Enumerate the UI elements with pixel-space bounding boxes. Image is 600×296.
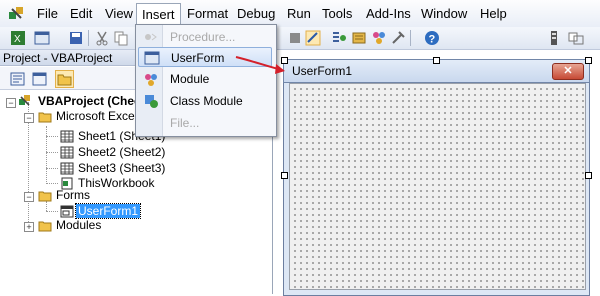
worksheet-icon bbox=[60, 130, 74, 143]
standard-toolbar: X ? bbox=[0, 27, 600, 50]
reset-icon[interactable] bbox=[287, 30, 303, 46]
tree-item-sheet2[interactable]: Sheet2 (Sheet2) bbox=[78, 145, 165, 160]
open-folder-icon bbox=[38, 112, 52, 123]
properties-window-icon[interactable] bbox=[351, 30, 367, 46]
menu-item-file[interactable]: File... bbox=[138, 113, 272, 133]
tree-guide-line bbox=[46, 211, 58, 212]
vba-project-icon bbox=[19, 95, 30, 106]
menu-item-class-module[interactable]: Class Module bbox=[138, 91, 272, 111]
resize-handle[interactable] bbox=[585, 172, 592, 179]
userform-title: UserForm1 bbox=[292, 64, 353, 78]
menu-item-label: Procedure... bbox=[170, 30, 236, 44]
insert-dropdown-menu: Procedure... UserForm Module Class Modul… bbox=[135, 24, 277, 137]
menu-view[interactable]: View bbox=[103, 6, 135, 21]
tree-item-userform1[interactable]: UserForm1 bbox=[74, 203, 142, 219]
tree-item-sheet3[interactable]: Sheet3 (Sheet3) bbox=[78, 161, 165, 176]
cut-icon[interactable] bbox=[94, 30, 110, 46]
menu-run[interactable]: Run bbox=[285, 6, 313, 21]
menu-add-ins[interactable]: Add-Ins bbox=[364, 6, 413, 21]
collapse-forms-toggle[interactable]: − bbox=[24, 192, 34, 202]
tree-item-label: VBAProject (Chec bbox=[38, 94, 141, 108]
tree-item-label: Modules bbox=[56, 218, 102, 232]
view-object-icon[interactable] bbox=[30, 70, 49, 88]
tree-guide-line bbox=[46, 152, 58, 153]
folder-icon bbox=[38, 221, 52, 232]
status-indicator-icon bbox=[551, 31, 557, 45]
collapse-root-toggle[interactable]: − bbox=[6, 98, 16, 108]
save-icon[interactable] bbox=[68, 30, 84, 46]
copy-icon[interactable] bbox=[113, 30, 129, 46]
menu-item-procedure[interactable]: Procedure... bbox=[138, 27, 272, 47]
design-mode-icon[interactable] bbox=[305, 30, 321, 46]
class-module-icon bbox=[145, 95, 158, 108]
tree-item-vbaproject[interactable]: VBAProject (Chec bbox=[38, 94, 141, 109]
menu-format[interactable]: Format bbox=[185, 6, 230, 21]
tree-item-modules[interactable]: Modules bbox=[56, 218, 101, 233]
project-explorer-icon[interactable] bbox=[331, 30, 347, 46]
toggle-folders-icon[interactable] bbox=[55, 70, 74, 88]
vbe-app-icon[interactable] bbox=[8, 5, 25, 22]
resize-handle[interactable] bbox=[281, 172, 288, 179]
menu-item-label: Module bbox=[170, 72, 210, 86]
worksheet-icon bbox=[60, 146, 74, 159]
tree-item-label: Forms bbox=[56, 188, 90, 202]
menu-edit[interactable]: Edit bbox=[68, 6, 94, 21]
procedure-icon bbox=[145, 33, 157, 41]
menu-bar: File Edit View Insert Format Debug Run T… bbox=[0, 0, 600, 28]
tree-guide-line bbox=[46, 126, 47, 182]
resize-handle[interactable] bbox=[433, 57, 440, 64]
menu-file[interactable]: File bbox=[35, 6, 60, 21]
menu-debug[interactable]: Debug bbox=[235, 6, 277, 21]
tree-item-label: Sheet2 (Sheet2) bbox=[78, 145, 166, 159]
collapse-excel-objects-toggle[interactable]: − bbox=[24, 113, 34, 123]
close-icon[interactable]: ✕ bbox=[552, 63, 584, 80]
toolbar-separator bbox=[410, 30, 411, 46]
menu-item-label: UserForm bbox=[171, 51, 225, 65]
view-code-icon[interactable] bbox=[8, 70, 27, 88]
userform-canvas[interactable] bbox=[289, 83, 586, 290]
tree-guide-line bbox=[46, 201, 47, 211]
tree-guide-line bbox=[46, 168, 58, 169]
menu-item-module[interactable]: Module bbox=[138, 69, 272, 89]
svg-text:X: X bbox=[14, 34, 21, 45]
position-indicator-icon bbox=[568, 32, 584, 45]
userform-icon bbox=[60, 205, 74, 218]
expand-modules-toggle[interactable]: + bbox=[24, 222, 34, 232]
menu-item-userform[interactable]: UserForm bbox=[138, 47, 272, 67]
object-browser-icon[interactable] bbox=[371, 30, 387, 46]
open-folder-icon bbox=[38, 191, 52, 202]
resize-handle[interactable] bbox=[281, 57, 288, 64]
toolbar-separator bbox=[88, 30, 89, 46]
module-icon bbox=[145, 74, 157, 86]
tree-item-forms[interactable]: Forms bbox=[56, 188, 90, 203]
tree-item-label: UserForm1 bbox=[74, 203, 142, 219]
menu-insert[interactable]: Insert bbox=[136, 3, 181, 25]
svg-text:?: ? bbox=[429, 34, 436, 46]
toolbox-icon[interactable] bbox=[390, 30, 406, 46]
tree-guide-line bbox=[46, 183, 58, 184]
worksheet-icon bbox=[60, 162, 74, 175]
help-icon[interactable]: ? bbox=[424, 30, 440, 46]
userform-icon bbox=[144, 51, 160, 65]
menu-window[interactable]: Window bbox=[419, 6, 469, 21]
resize-handle[interactable] bbox=[585, 57, 592, 64]
menu-item-label: File... bbox=[170, 116, 200, 130]
tree-guide-line bbox=[46, 136, 58, 137]
tree-item-label: Sheet3 (Sheet3) bbox=[78, 161, 166, 175]
insert-userform-icon[interactable] bbox=[34, 30, 50, 46]
menu-help[interactable]: Help bbox=[478, 6, 509, 21]
menu-tools[interactable]: Tools bbox=[320, 6, 354, 21]
excel-view-icon[interactable]: X bbox=[10, 30, 26, 46]
menu-item-label: Class Module bbox=[170, 94, 243, 108]
